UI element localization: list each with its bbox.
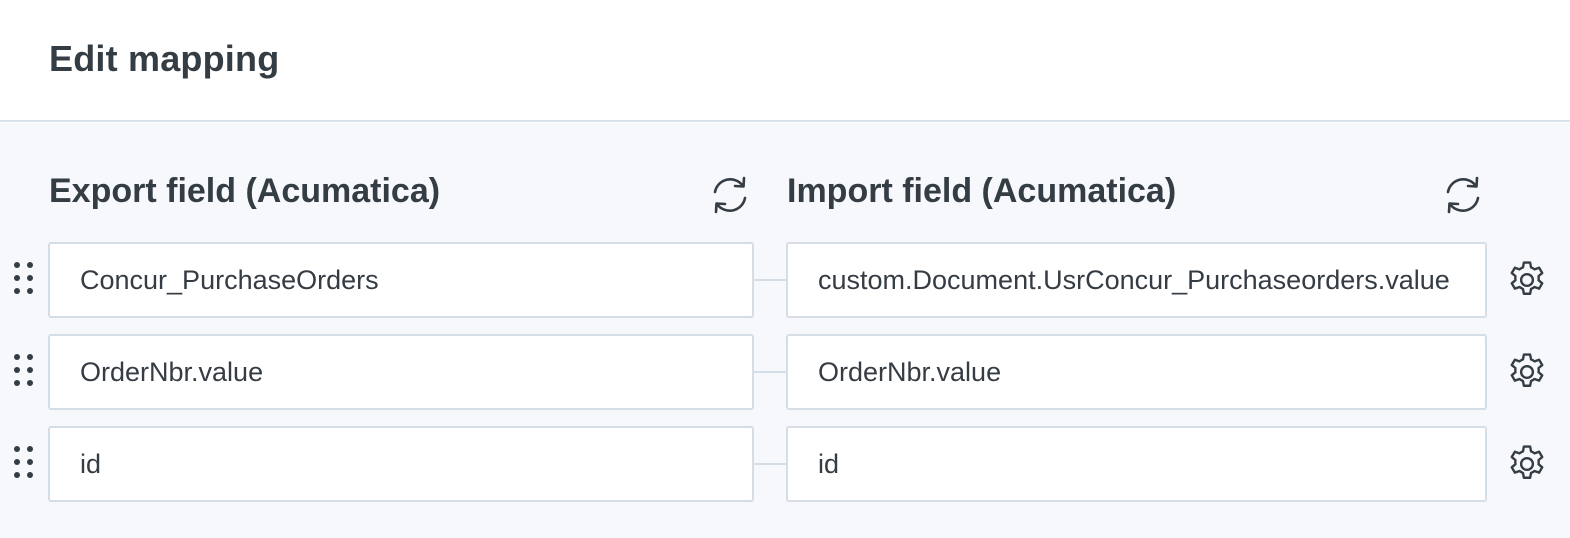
gear-icon: [1510, 445, 1544, 479]
row-settings-button[interactable]: [1503, 348, 1551, 396]
export-field[interactable]: Concur_PurchaseOrders: [48, 242, 754, 318]
import-refresh-button[interactable]: [1440, 172, 1486, 218]
mapping-row: Concur_PurchaseOrders custom.Document.Us…: [0, 242, 1570, 318]
mapping-row: OrderNbr.value OrderNbr.value: [0, 334, 1570, 410]
import-column-header: Import field (Acumatica): [787, 172, 1177, 210]
export-field[interactable]: OrderNbr.value: [48, 334, 754, 410]
drag-handle-icon[interactable]: [11, 444, 37, 480]
page-title: Edit mapping: [49, 38, 280, 79]
gear-icon: [1510, 353, 1544, 387]
mapping-connector: [754, 371, 786, 373]
export-refresh-button[interactable]: [707, 172, 753, 218]
dialog-header: Edit mapping: [0, 0, 1570, 122]
drag-handle-icon[interactable]: [11, 260, 37, 296]
drag-handle-icon[interactable]: [11, 352, 37, 388]
export-column-header: Export field (Acumatica): [49, 172, 441, 210]
row-settings-button[interactable]: [1503, 256, 1551, 304]
refresh-icon: [1446, 176, 1480, 214]
export-field[interactable]: id: [48, 426, 754, 502]
import-field[interactable]: custom.Document.UsrConcur_Purchaseorders…: [786, 242, 1487, 318]
import-field[interactable]: OrderNbr.value: [786, 334, 1487, 410]
import-field[interactable]: id: [786, 426, 1487, 502]
mapping-connector: [754, 279, 786, 281]
gear-icon: [1510, 261, 1544, 295]
mapping-connector: [754, 463, 786, 465]
mapping-row: id id: [0, 426, 1570, 502]
row-settings-button[interactable]: [1503, 440, 1551, 488]
refresh-icon: [713, 176, 747, 214]
